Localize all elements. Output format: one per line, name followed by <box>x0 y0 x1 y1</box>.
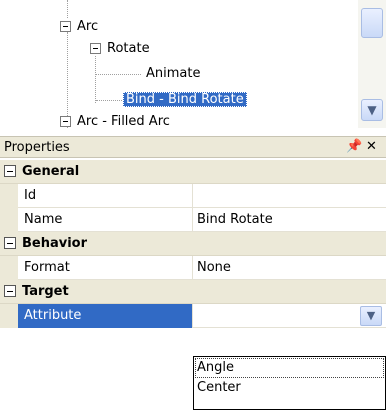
category-target[interactable]: Target <box>0 280 386 304</box>
tree-item-bind-rotate[interactable]: Bind - Bind Rotate <box>123 90 247 110</box>
category-label: Behavior <box>22 236 88 251</box>
property-row-name[interactable]: Name Bind Rotate <box>0 208 386 232</box>
property-name: Id <box>24 188 37 203</box>
dropdown-option-center[interactable]: Center <box>197 379 241 397</box>
attribute-select[interactable] <box>192 304 386 328</box>
tree-item-animate[interactable]: Animate <box>146 64 200 84</box>
property-value[interactable]: Bind Rotate <box>192 208 386 232</box>
property-name: Format <box>24 260 70 275</box>
category-general[interactable]: General <box>0 160 386 184</box>
dropdown-button[interactable]: ▼ <box>360 306 382 326</box>
pin-icon[interactable]: 📌 <box>346 138 362 156</box>
dropdown-option-angle[interactable]: Angle <box>197 359 234 377</box>
collapse-icon[interactable] <box>60 21 71 32</box>
property-row-id[interactable]: Id <box>0 184 386 208</box>
property-row-attribute[interactable]: Attribute ▼ <box>0 304 386 328</box>
collapse-icon[interactable] <box>4 165 16 177</box>
chevron-down-icon: ▼ <box>366 309 376 322</box>
collapse-icon[interactable] <box>90 43 101 54</box>
collapse-icon[interactable] <box>4 285 16 297</box>
tree-line <box>67 0 68 18</box>
properties-panel-header: Properties 📌 ✕ <box>0 136 386 158</box>
tree-line <box>95 56 96 103</box>
property-name: Name <box>24 212 63 227</box>
panel-title: Properties <box>4 140 70 155</box>
property-value[interactable] <box>192 184 386 208</box>
row-gutter <box>0 304 18 328</box>
property-value[interactable]: None <box>192 256 386 280</box>
tree-item-label: Arc <box>77 19 99 34</box>
row-gutter <box>0 256 18 280</box>
collapse-icon[interactable] <box>4 237 16 249</box>
category-behavior[interactable]: Behavior <box>0 232 386 256</box>
row-gutter <box>0 208 18 232</box>
tree-item-label: Rotate <box>107 41 150 56</box>
category-label: General <box>22 164 80 179</box>
row-gutter <box>0 184 18 208</box>
collapse-icon[interactable] <box>60 116 71 127</box>
tree-scrollbar-thumb[interactable] <box>361 8 383 38</box>
attribute-dropdown-list: Angle Center <box>193 356 386 410</box>
tree-item-label: Arc - Filled Arc <box>77 114 170 128</box>
scroll-down-button[interactable]: ▼ <box>361 99 383 121</box>
tree-item-label: Animate <box>146 66 201 81</box>
object-tree: Arc Rotate Animate Bind - Bind Rotate Ar… <box>0 0 386 128</box>
tree-line <box>67 32 68 128</box>
category-label: Target <box>22 284 69 299</box>
tree-line <box>96 100 122 101</box>
property-row-format[interactable]: Format None <box>0 256 386 280</box>
close-icon[interactable]: ✕ <box>366 138 377 156</box>
property-name: Attribute <box>24 308 82 323</box>
chevron-down-icon: ▼ <box>367 103 377 117</box>
tree-line <box>96 74 141 75</box>
tree-item-label: Bind - Bind Rotate <box>123 92 247 107</box>
